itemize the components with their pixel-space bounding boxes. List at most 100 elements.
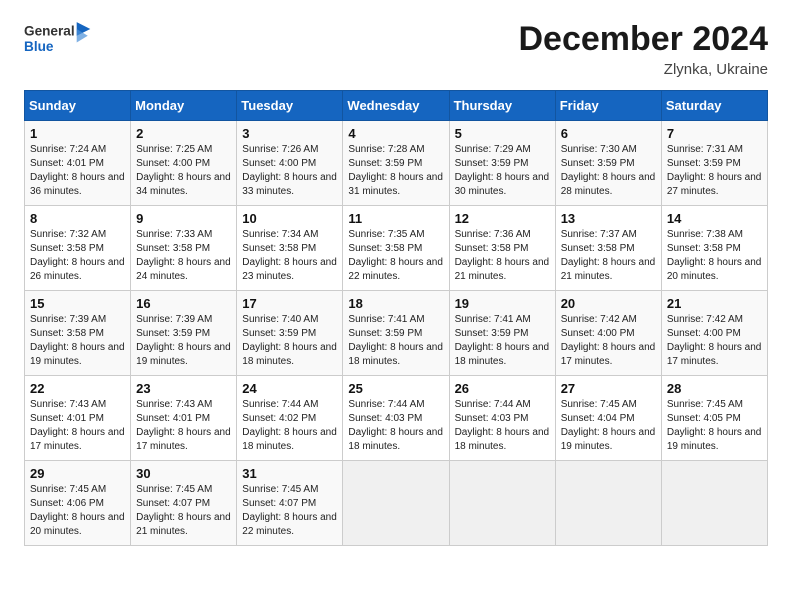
cell-info: Sunrise: 7:25 AMSunset: 4:00 PMDaylight:… [136,143,231,199]
cell-info: Sunrise: 7:40 AMSunset: 3:59 PMDaylight:… [242,313,337,369]
weekday-header-wednesday: Wednesday [343,91,449,121]
day-number: 4 [348,126,443,141]
cell-info: Sunrise: 7:41 AMSunset: 3:59 PMDaylight:… [348,313,443,369]
calendar-cell: 5 Sunrise: 7:29 AMSunset: 3:59 PMDaylight… [449,121,555,206]
day-number: 23 [136,381,231,396]
calendar-cell: 17 Sunrise: 7:40 AMSunset: 3:59 PMDayligh… [237,291,343,376]
calendar-table: SundayMondayTuesdayWednesdayThursdayFrid… [24,90,768,546]
cell-info: Sunrise: 7:30 AMSunset: 3:59 PMDaylight:… [561,143,656,199]
cell-info: Sunrise: 7:33 AMSunset: 3:58 PMDaylight:… [136,228,231,284]
day-number: 10 [242,211,337,226]
day-number: 17 [242,296,337,311]
svg-text:Blue: Blue [24,39,54,54]
cell-info: Sunrise: 7:36 AMSunset: 3:58 PMDaylight:… [455,228,550,284]
month-title: December 2024 [518,20,768,59]
calendar-cell: 14 Sunrise: 7:38 AMSunset: 3:58 PMDayligh… [661,206,767,291]
cell-info: Sunrise: 7:32 AMSunset: 3:58 PMDaylight:… [30,228,125,284]
day-number: 25 [348,381,443,396]
calendar-cell: 23 Sunrise: 7:43 AMSunset: 4:01 PMDayligh… [131,376,237,461]
calendar-cell [661,461,767,546]
cell-info: Sunrise: 7:38 AMSunset: 3:58 PMDaylight:… [667,228,762,284]
calendar-cell: 1 Sunrise: 7:24 AMSunset: 4:01 PMDaylight… [25,121,131,206]
cell-info: Sunrise: 7:45 AMSunset: 4:05 PMDaylight:… [667,398,762,454]
day-number: 19 [455,296,550,311]
day-number: 24 [242,381,337,396]
calendar-row-3: 15Sunrise: 7:39 AMSunset: 3:58 PMDayligh… [25,291,768,376]
cell-info: Sunrise: 7:45 AMSunset: 4:07 PMDaylight:… [242,483,337,539]
calendar-row-4: 22 Sunrise: 7:43 AMSunset: 4:01 PMDayligh… [25,376,768,461]
calendar-row-1: 1 Sunrise: 7:24 AMSunset: 4:01 PMDaylight… [25,121,768,206]
cell-info: Sunrise: 7:44 AMSunset: 4:03 PMDaylight:… [455,398,550,454]
calendar-cell: 4 Sunrise: 7:28 AMSunset: 3:59 PMDaylight… [343,121,449,206]
cell-info: Sunrise: 7:41 AMSunset: 3:59 PMDaylight:… [455,313,550,369]
calendar-cell: 24 Sunrise: 7:44 AMSunset: 4:02 PMDayligh… [237,376,343,461]
cell-info: Sunrise: 7:42 AMSunset: 4:00 PMDaylight:… [561,313,656,369]
weekday-header-sunday: Sunday [25,91,131,121]
cell-info: Sunrise: 7:26 AMSunset: 4:00 PMDaylight:… [242,143,337,199]
day-number: 31 [242,466,337,481]
calendar-cell [343,461,449,546]
page-header: General Blue December 2024 Zlynka, Ukrai… [24,20,768,78]
cell-info: Sunrise: 7:37 AMSunset: 3:58 PMDaylight:… [561,228,656,284]
day-number: 7 [667,126,762,141]
day-number: 22 [30,381,125,396]
day-number: 21 [667,296,762,311]
day-number: 16 [136,296,231,311]
day-number: 3 [242,126,337,141]
cell-info: Sunrise: 7:34 AMSunset: 3:58 PMDaylight:… [242,228,337,284]
weekday-header-friday: Friday [555,91,661,121]
logo-icon: General Blue [24,20,92,60]
calendar-cell: 28 Sunrise: 7:45 AMSunset: 4:05 PMDayligh… [661,376,767,461]
calendar-cell: 12 Sunrise: 7:36 AMSunset: 3:58 PMDayligh… [449,206,555,291]
calendar-cell: 19 Sunrise: 7:41 AMSunset: 3:59 PMDayligh… [449,291,555,376]
calendar-cell: 30 Sunrise: 7:45 AMSunset: 4:07 PMDayligh… [131,461,237,546]
day-number: 5 [455,126,550,141]
logo: General Blue [24,20,92,60]
weekday-header-monday: Monday [131,91,237,121]
day-number: 11 [348,211,443,226]
day-number: 12 [455,211,550,226]
cell-info: Sunrise: 7:45 AMSunset: 4:06 PMDaylight:… [30,483,125,539]
cell-info: Sunrise: 7:45 AMSunset: 4:04 PMDaylight:… [561,398,656,454]
calendar-cell: 20 Sunrise: 7:42 AMSunset: 4:00 PMDayligh… [555,291,661,376]
cell-info: Sunrise: 7:24 AMSunset: 4:01 PMDaylight:… [30,143,125,199]
calendar-row-2: 8Sunrise: 7:32 AMSunset: 3:58 PMDaylight… [25,206,768,291]
day-number: 28 [667,381,762,396]
day-number: 14 [667,211,762,226]
calendar-cell: 6 Sunrise: 7:30 AMSunset: 3:59 PMDaylight… [555,121,661,206]
svg-text:General: General [24,24,75,39]
cell-info: Sunrise: 7:43 AMSunset: 4:01 PMDaylight:… [136,398,231,454]
cell-info: Sunrise: 7:28 AMSunset: 3:59 PMDaylight:… [348,143,443,199]
cell-info: Sunrise: 7:43 AMSunset: 4:01 PMDaylight:… [30,398,125,454]
day-number: 15 [30,296,125,311]
calendar-cell: 31 Sunrise: 7:45 AMSunset: 4:07 PMDayligh… [237,461,343,546]
day-number: 9 [136,211,231,226]
calendar-cell: 25 Sunrise: 7:44 AMSunset: 4:03 PMDayligh… [343,376,449,461]
calendar-cell: 10 Sunrise: 7:34 AMSunset: 3:58 PMDayligh… [237,206,343,291]
day-number: 20 [561,296,656,311]
day-number: 6 [561,126,656,141]
cell-info: Sunrise: 7:39 AMSunset: 3:59 PMDaylight:… [136,313,231,369]
cell-info: Sunrise: 7:42 AMSunset: 4:00 PMDaylight:… [667,313,762,369]
weekday-header-saturday: Saturday [661,91,767,121]
calendar-cell: 3 Sunrise: 7:26 AMSunset: 4:00 PMDaylight… [237,121,343,206]
weekday-header-row: SundayMondayTuesdayWednesdayThursdayFrid… [25,91,768,121]
day-number: 27 [561,381,656,396]
location: Zlynka, Ukraine [518,61,768,78]
day-number: 30 [136,466,231,481]
cell-info: Sunrise: 7:44 AMSunset: 4:03 PMDaylight:… [348,398,443,454]
calendar-cell: 13Sunrise: 7:37 AMSunset: 3:58 PMDayligh… [555,206,661,291]
cell-info: Sunrise: 7:44 AMSunset: 4:02 PMDaylight:… [242,398,337,454]
calendar-cell: 18Sunrise: 7:41 AMSunset: 3:59 PMDayligh… [343,291,449,376]
calendar-cell: 27 Sunrise: 7:45 AMSunset: 4:04 PMDayligh… [555,376,661,461]
calendar-cell: 9 Sunrise: 7:33 AMSunset: 3:58 PMDaylight… [131,206,237,291]
cell-info: Sunrise: 7:31 AMSunset: 3:59 PMDaylight:… [667,143,762,199]
cell-info: Sunrise: 7:29 AMSunset: 3:59 PMDaylight:… [455,143,550,199]
cell-info: Sunrise: 7:45 AMSunset: 4:07 PMDaylight:… [136,483,231,539]
calendar-cell: 8Sunrise: 7:32 AMSunset: 3:58 PMDaylight… [25,206,131,291]
day-number: 29 [30,466,125,481]
calendar-cell: 15Sunrise: 7:39 AMSunset: 3:58 PMDayligh… [25,291,131,376]
calendar-cell: 11Sunrise: 7:35 AMSunset: 3:58 PMDayligh… [343,206,449,291]
weekday-header-tuesday: Tuesday [237,91,343,121]
day-number: 1 [30,126,125,141]
